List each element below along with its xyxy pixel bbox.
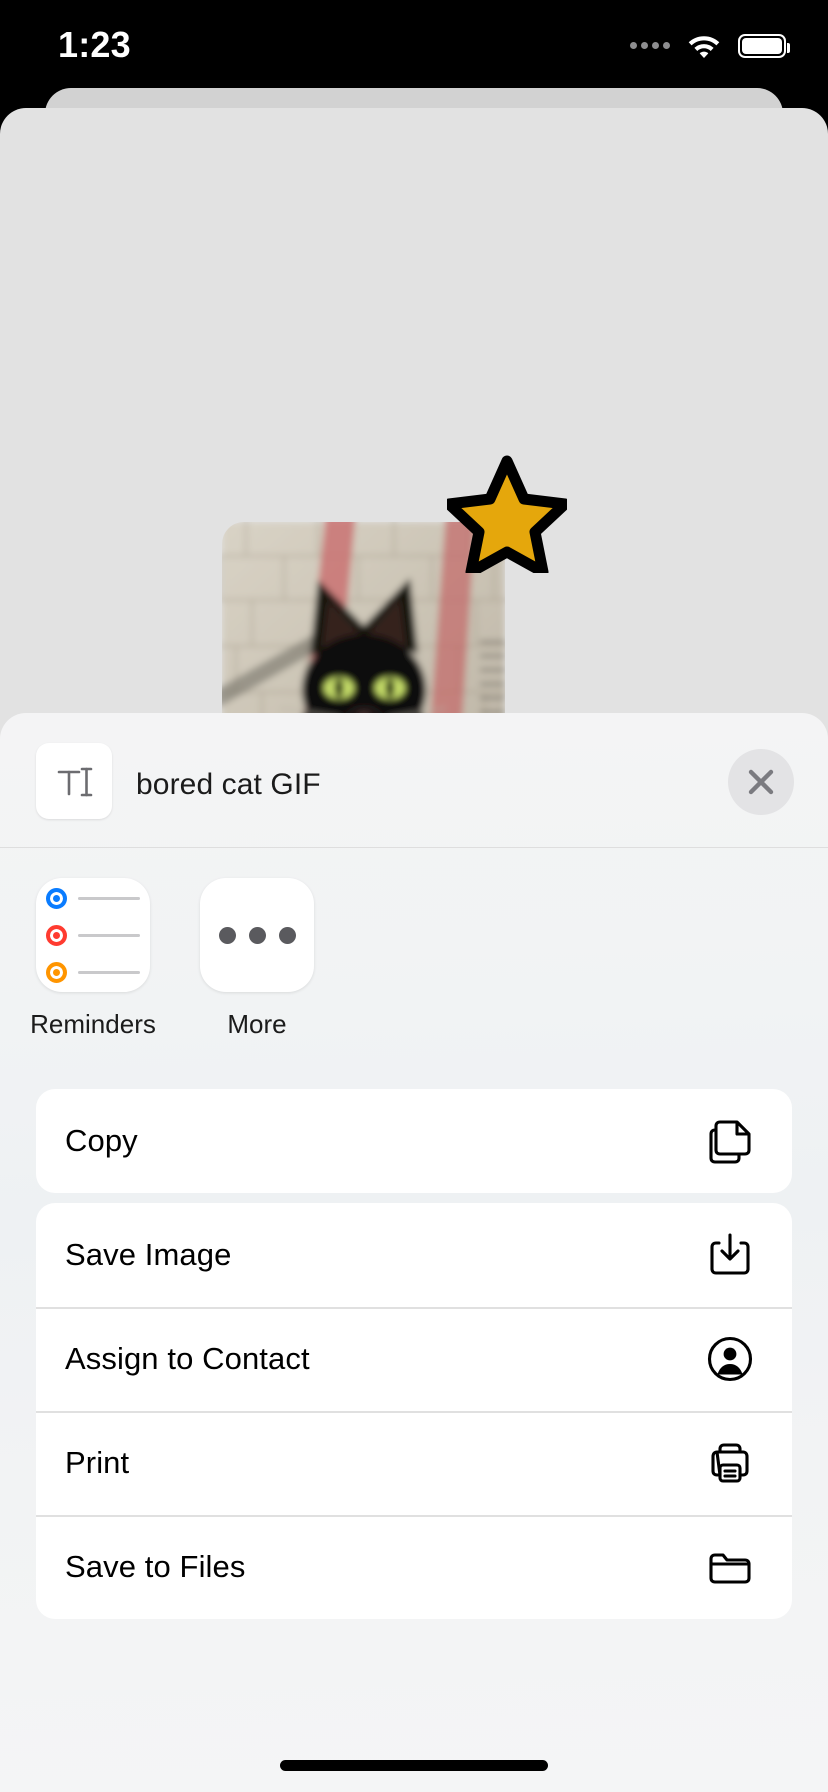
download-tray-icon [702,1231,758,1279]
share-app-reminders[interactable]: Reminders [30,878,156,1040]
action-row-assign-to-contact[interactable]: Assign to Contact [36,1307,792,1411]
share-app-label: Reminders [30,1009,156,1039]
folder-icon [702,1545,758,1589]
share-sheet: bored cat GIF Reminders More Copy Save I… [0,713,828,1792]
action-row-copy[interactable]: Copy [36,1089,792,1193]
text-document-icon [36,743,112,819]
more-ellipsis-icon [200,878,314,992]
action-row-label: Print [65,1445,130,1480]
battery-full-icon [738,33,790,58]
status-bar-time: 1:23 [58,24,131,65]
share-item-title: bored cat GIF [136,768,321,801]
status-bar-indicators [630,32,790,59]
share-sheet-header: bored cat GIF [0,713,828,848]
gold-star-sticker [447,455,567,573]
reminders-app-icon [36,878,150,992]
copy-documents-icon [702,1116,758,1166]
action-row-label: Save to Files [65,1549,246,1584]
content-preview [0,108,828,748]
action-row-print[interactable]: Print [36,1411,792,1515]
share-app-row: Reminders More [0,878,828,1040]
signal-dots-icon [630,42,670,49]
action-row-label: Save Image [65,1237,232,1272]
person-circle-icon [702,1335,758,1383]
action-row-save-to-files[interactable]: Save to Files [36,1515,792,1619]
printer-icon [702,1439,758,1487]
action-row-label: Assign to Contact [65,1341,310,1376]
share-app-more[interactable]: More [200,878,314,1040]
close-x-icon [748,769,774,795]
phone-screen: 1:23 bored cat GIF Reminders More Copy S… [0,0,828,1792]
home-indicator-bar[interactable] [280,1760,548,1771]
action-row-label: Copy [65,1123,138,1158]
action-list-group-1: Copy [36,1089,792,1193]
status-bar: 1:23 [0,0,828,88]
action-list-group-2: Save Image Assign to Contact Print Save … [36,1203,792,1619]
wifi-icon [688,36,720,58]
share-app-label: More [227,1009,287,1039]
action-row-save-image[interactable]: Save Image [36,1203,792,1307]
close-button[interactable] [728,749,794,815]
